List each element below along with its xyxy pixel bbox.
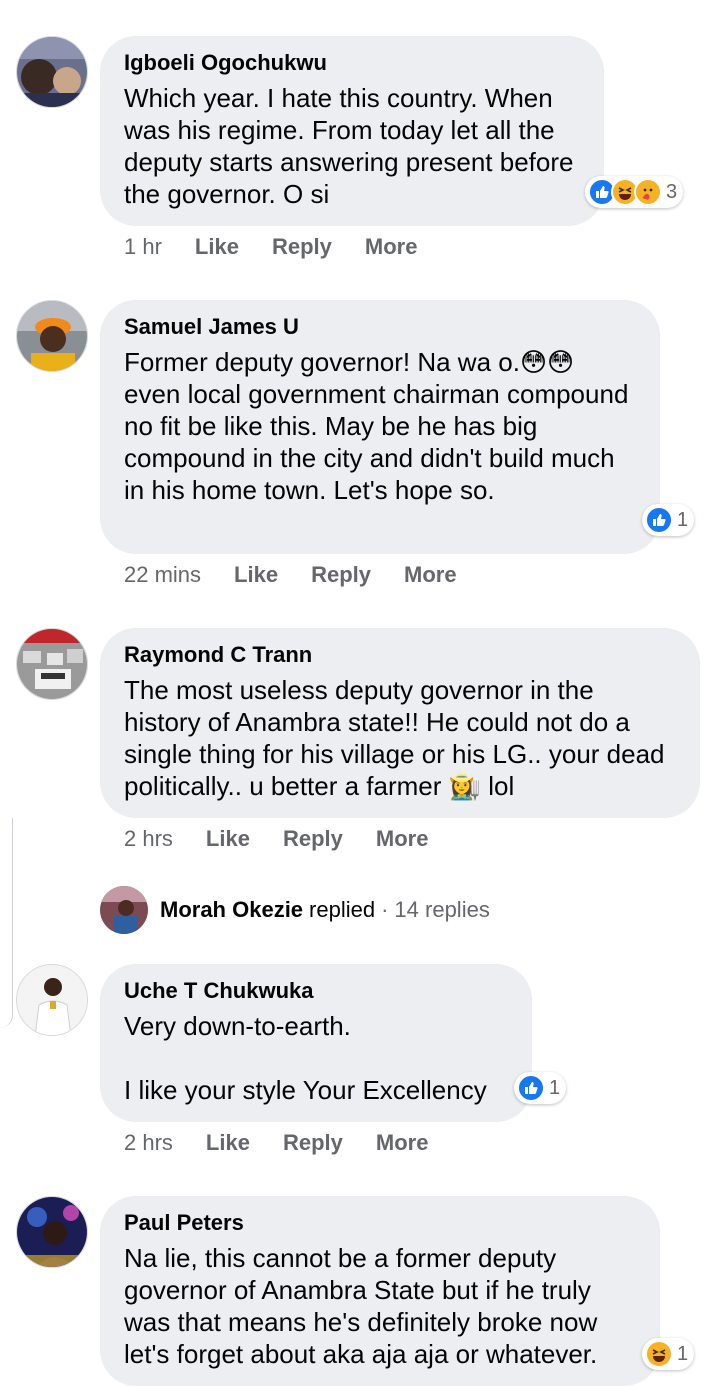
reply-button[interactable]: Reply: [311, 562, 371, 588]
more-button[interactable]: More: [365, 234, 418, 260]
avatar[interactable]: [16, 300, 88, 372]
like-button[interactable]: Like: [234, 562, 278, 588]
like-button[interactable]: Like: [206, 826, 250, 852]
reply-button[interactable]: Reply: [283, 826, 343, 852]
reaction-count: 3: [666, 180, 678, 203]
comment-text: Former deputy governor! Na wa o.😳😳 even …: [124, 347, 629, 505]
comment-author[interactable]: Uche T Chukwuka: [124, 978, 508, 1004]
reaction-count: 1: [677, 1342, 689, 1365]
avatar: [100, 886, 148, 934]
avatar[interactable]: [16, 964, 88, 1036]
avatar[interactable]: [16, 1196, 88, 1268]
comment-timestamp[interactable]: 2 hrs: [124, 826, 173, 852]
comment-bubble: Raymond C Trann The most useless deputy …: [100, 628, 700, 818]
reply-separator: ·: [381, 897, 389, 922]
more-button[interactable]: More: [376, 826, 429, 852]
comment-text: Very down-to-earth. I like your style Yo…: [124, 1011, 487, 1105]
comment-actions: 2 hrs Like Reply More: [124, 826, 461, 852]
comment-actions: 2 hrs Like Reply More: [124, 1130, 461, 1156]
reaction-summary[interactable]: 3: [585, 176, 684, 208]
like-reaction-icon: [517, 1074, 545, 1102]
comment-timestamp[interactable]: 1 hr: [124, 234, 162, 260]
like-button[interactable]: Like: [195, 234, 239, 260]
thread-connector: [0, 818, 13, 1028]
like-reaction-icon: [645, 506, 673, 534]
comment-timestamp[interactable]: 22 mins: [124, 562, 201, 588]
haha-reaction-icon: [645, 1340, 673, 1368]
comment-author[interactable]: Raymond C Trann: [124, 642, 676, 668]
reply-author: Morah Okezie: [160, 897, 304, 922]
comment-bubble: Samuel James U Former deputy governor! N…: [100, 300, 660, 554]
comment-author[interactable]: Igboeli Ogochukwu: [124, 50, 580, 76]
comment-bubble: Uche T Chukwuka Very down-to-earth. I li…: [100, 964, 532, 1122]
comment-text: Na lie, this cannot be a former deputy g…: [124, 1243, 598, 1369]
comment-text: Which year. I hate this country. When wa…: [124, 83, 574, 209]
comment-text: The most useless deputy governor in the …: [124, 675, 665, 801]
comment-actions: 22 mins Like Reply More: [124, 562, 490, 588]
reaction-summary[interactable]: 1: [514, 1072, 567, 1104]
comment-author[interactable]: Samuel James U: [124, 314, 636, 340]
reaction-count: 1: [677, 508, 689, 531]
comment-timestamp[interactable]: 2 hrs: [124, 1130, 173, 1156]
view-replies-link[interactable]: Morah Okezie replied · 14 replies: [100, 886, 490, 934]
comment-author[interactable]: Paul Peters: [124, 1210, 636, 1236]
reply-button[interactable]: Reply: [272, 234, 332, 260]
avatar[interactable]: [16, 628, 88, 700]
reply-button[interactable]: Reply: [283, 1130, 343, 1156]
more-button[interactable]: More: [376, 1130, 429, 1156]
reaction-summary[interactable]: 1: [642, 504, 695, 536]
comment-actions: 1 hr Like Reply More: [124, 234, 450, 260]
like-button[interactable]: Like: [206, 1130, 250, 1156]
care-reaction-icon: [634, 178, 662, 206]
comment-bubble: Igboeli Ogochukwu Which year. I hate thi…: [100, 36, 604, 226]
reaction-summary[interactable]: 1: [642, 1338, 695, 1370]
avatar[interactable]: [16, 36, 88, 108]
comment-bubble: Paul Peters Na lie, this cannot be a for…: [100, 1196, 660, 1386]
reply-action-text: replied: [309, 897, 376, 922]
reply-count: 14 replies: [394, 897, 490, 922]
more-button[interactable]: More: [404, 562, 457, 588]
reaction-count: 1: [549, 1076, 561, 1099]
